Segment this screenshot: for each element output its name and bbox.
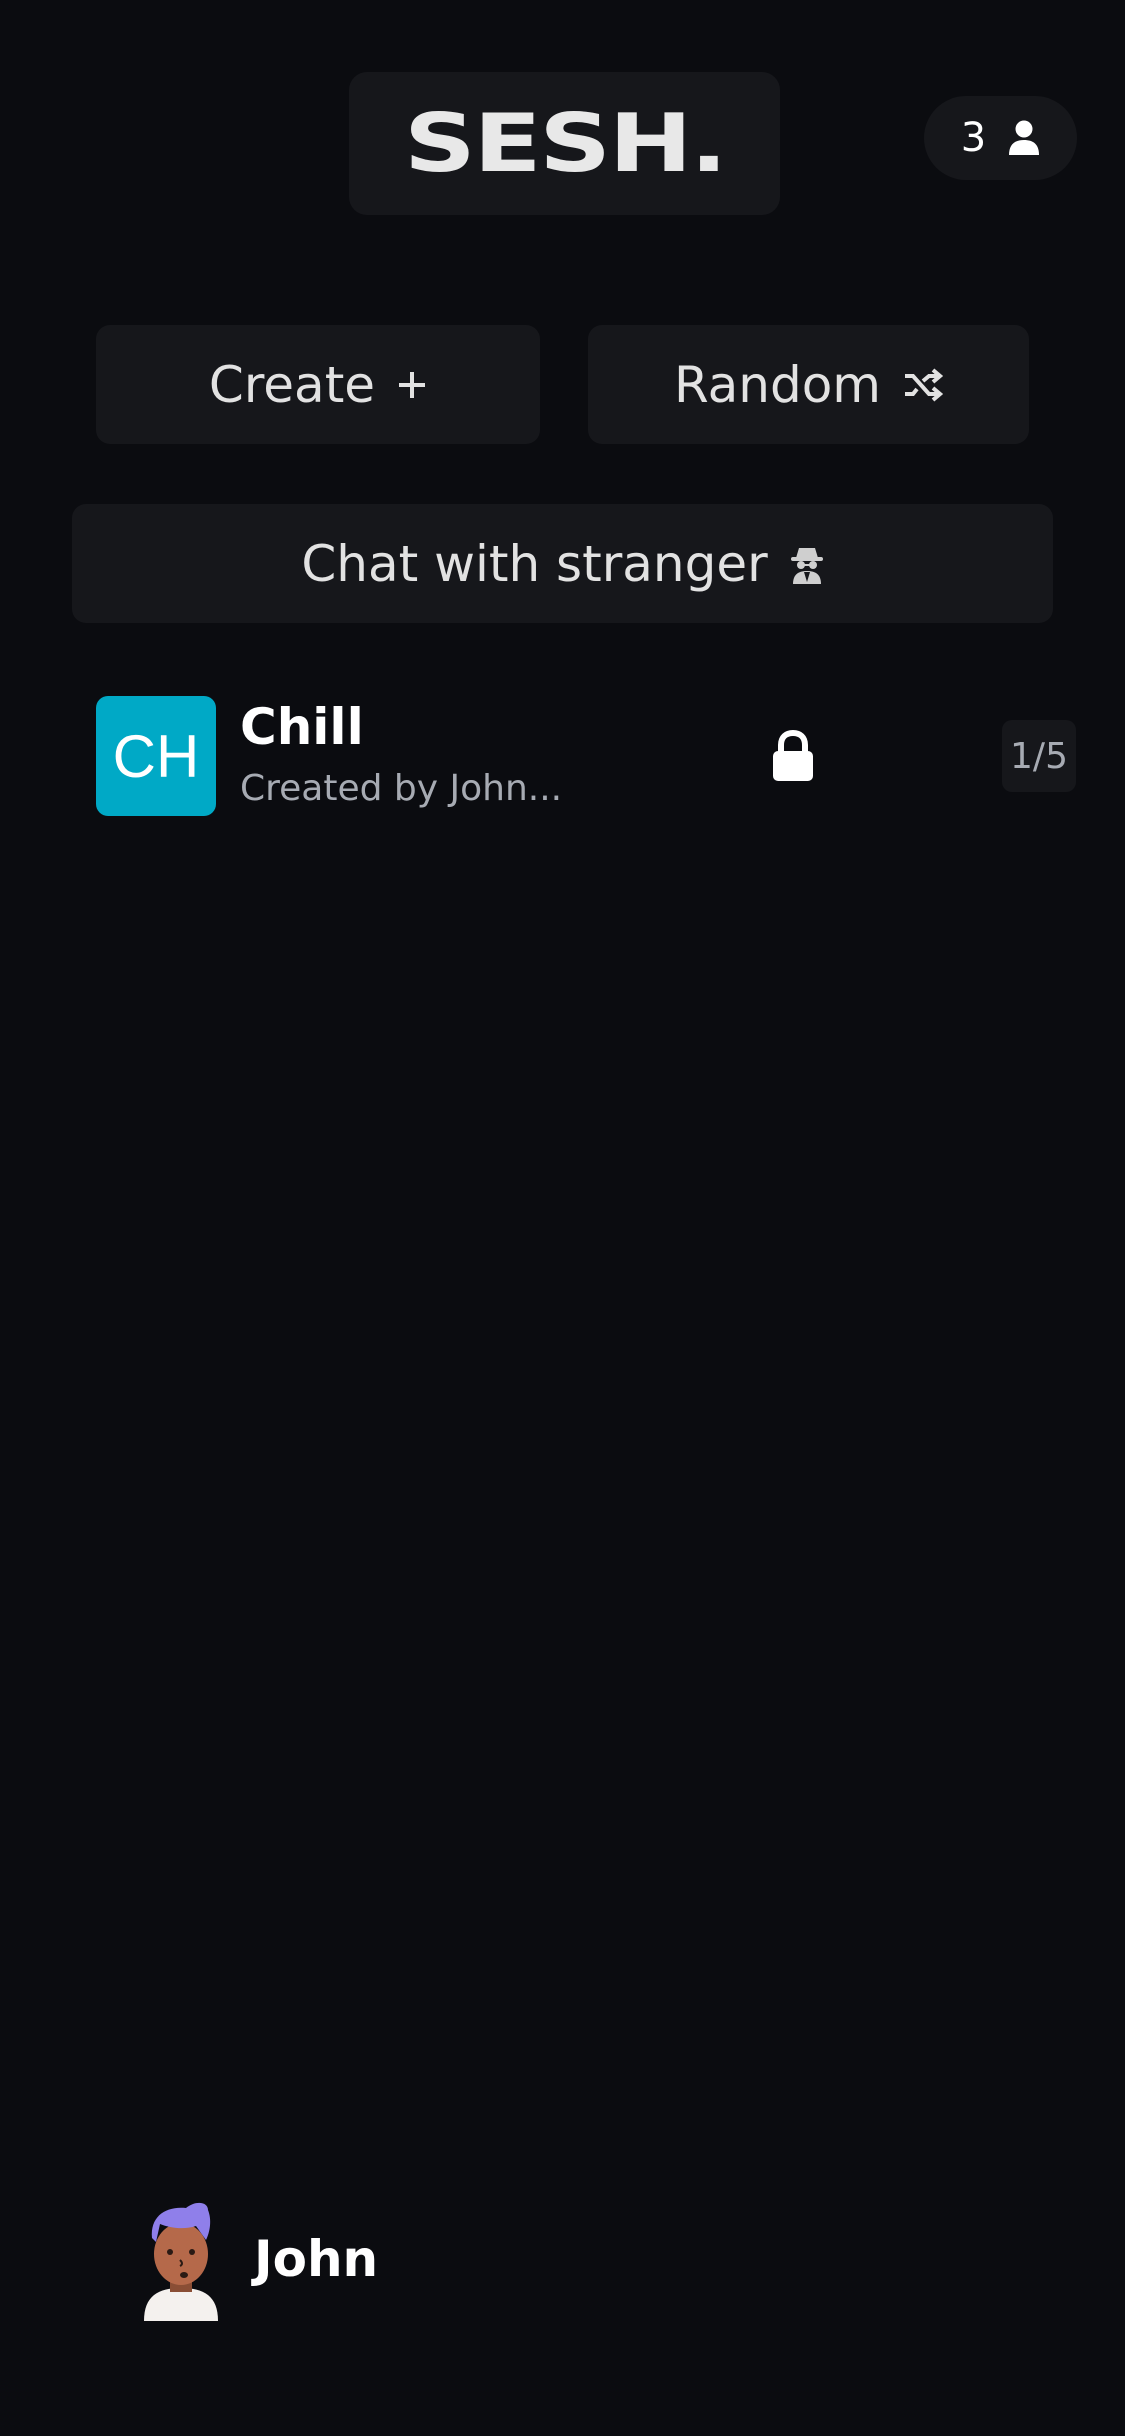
user-avatar-illustration	[136, 2196, 226, 2321]
create-room-button[interactable]: Create	[96, 325, 540, 444]
online-count: 3	[960, 115, 987, 161]
random-room-button[interactable]: Random	[588, 325, 1029, 444]
random-button-label: Random	[673, 355, 881, 414]
lock-icon	[771, 730, 815, 782]
room-list-item[interactable]: CH Chill Created by John... 1/5	[96, 696, 1077, 816]
room-avatar: CH	[96, 696, 216, 816]
chat-with-stranger-button[interactable]: Chat with stranger	[72, 504, 1053, 623]
room-creator: Created by John...	[240, 768, 563, 809]
online-users-counter[interactable]: 3	[924, 96, 1077, 180]
room-capacity: 1/5	[1002, 720, 1076, 792]
create-button-label: Create	[208, 355, 376, 414]
logo: SESH.	[349, 72, 780, 215]
user-icon	[1008, 120, 1040, 156]
stranger-button-label: Chat with stranger	[301, 534, 768, 593]
spy-icon	[790, 544, 824, 584]
profile-name: John	[254, 2229, 379, 2288]
current-user-profile[interactable]: John	[136, 2196, 378, 2321]
shuffle-icon	[903, 367, 943, 402]
logo-text: SESH.	[403, 97, 728, 190]
room-name: Chill	[240, 698, 364, 756]
plus-icon	[397, 370, 427, 400]
